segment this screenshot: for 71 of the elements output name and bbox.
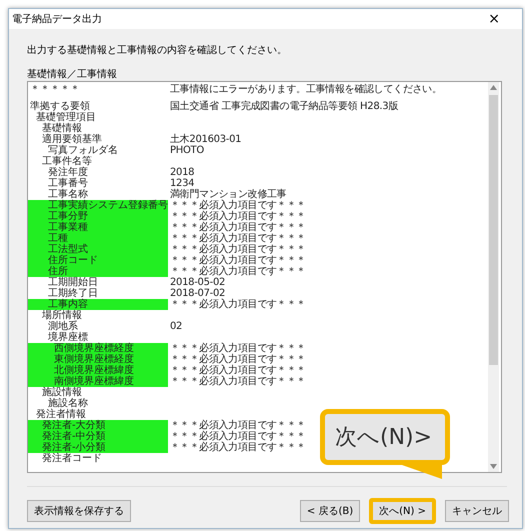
field-value: ＊＊＊必須入力項目です＊＊＊ (170, 343, 306, 354)
field-value: ＊＊＊必須入力項目です＊＊＊ (170, 299, 306, 310)
field-value: ＊＊＊必須入力項目です＊＊＊ (170, 420, 306, 431)
instruction-text: 出力する基礎情報と工事情報の内容を確認してください。 (27, 44, 288, 55)
error-field-label: 発注者-小分類 (28, 442, 168, 453)
field-label: 施設名称 (48, 398, 89, 409)
field-label: 発注者コード (41, 453, 103, 464)
field-label: 準拠する要領 (29, 101, 91, 112)
field-value: ＊＊＊必須入力項目です＊＊＊ (170, 354, 306, 365)
field-value: 国土交通省 工事完成図書の電子納品等要領 H28.3版 (170, 101, 398, 112)
error-field-label: 発注者-大分類 (28, 420, 168, 431)
field-value: ＊＊＊必須入力項目です＊＊＊ (170, 376, 306, 387)
field-label: 場所情報 (41, 310, 83, 321)
field-label: 発注年度 (47, 167, 89, 178)
error-field-label: 工事実績システム登録番号 (28, 200, 168, 211)
field-value: ＊＊＊必須入力項目です＊＊＊ (170, 365, 306, 376)
field-label: 工事名称 (47, 189, 89, 200)
error-field-label: 住所 (28, 266, 168, 277)
scroll-thumb[interactable] (489, 95, 498, 365)
field-value: ＊＊＊必須入力項目です＊＊＊ (170, 200, 306, 211)
field-label: 発注者情報 (35, 409, 86, 420)
error-field-label: 工事業種 (28, 222, 168, 233)
field-label: 写真フォルダ名 (47, 145, 119, 156)
field-value: ＊＊＊必須入力項目です＊＊＊ (170, 266, 306, 277)
field-label: 施設情報 (41, 387, 83, 398)
field-label: 測地系 (47, 321, 78, 332)
field-label: 基礎情報 (41, 123, 82, 134)
field-label: ＊＊＊＊＊ (29, 84, 81, 95)
field-value: 1234 (170, 178, 194, 189)
field-value: ＊＊＊必須入力項目です＊＊＊ (170, 233, 306, 244)
field-value: 工事情報にエラーがあります。工事情報を確認してください。 (170, 84, 442, 95)
field-value: ＊＊＊必須入力項目です＊＊＊ (170, 211, 306, 222)
list-label: 基礎情報／工事情報 (27, 68, 118, 79)
window-title: 電子納品データ出力 (12, 12, 103, 26)
field-value: 2018-05-02 (170, 277, 226, 288)
error-field-label: 南側境界座標緯度 (28, 376, 168, 387)
field-value: 2018 (170, 167, 194, 178)
callout-pointer (402, 465, 442, 479)
error-field-label: 発注者-中分類 (28, 431, 168, 442)
error-field-label: 北側境界座標緯度 (28, 365, 168, 376)
scrollbar[interactable] (488, 82, 499, 472)
field-value: ＊＊＊必須入力項目です＊＊＊ (170, 431, 306, 442)
field-label: 適用要領基準 (41, 134, 103, 145)
error-field-label: 住所コード (28, 255, 168, 266)
field-label: 工事件名等 (41, 156, 93, 167)
field-value: ＊＊＊必須入力項目です＊＊＊ (170, 255, 306, 266)
error-field-label: 工法型式 (28, 244, 168, 255)
field-value: 満衛門マンション改修工事 (170, 189, 286, 200)
field-label: 工事番号 (47, 178, 89, 189)
error-field-label: 工事内容 (28, 299, 168, 310)
dialog-button[interactable]: 次へ(N) > (369, 498, 436, 524)
field-value: ＊＊＊必須入力項目です＊＊＊ (170, 244, 306, 255)
field-label: 境界座標 (47, 332, 89, 343)
field-label: 基礎管理項目 (35, 112, 97, 123)
save-display-button[interactable]: 表示情報を保存する (27, 500, 131, 522)
close-button[interactable]: × (488, 12, 500, 26)
field-label: 工期開始日 (47, 277, 99, 288)
error-field-label: 西側境界座標経度 (28, 343, 168, 354)
zoom-callout: 次へ(N)> (320, 409, 450, 465)
field-value: ＊＊＊必須入力項目です＊＊＊ (170, 222, 306, 233)
field-value: 2018-07-02 (170, 288, 226, 299)
dialog-button[interactable]: < 戻る(B) (300, 500, 360, 522)
field-value: 土木201603-01 (170, 134, 242, 145)
field-value: PHOTO (170, 145, 204, 156)
error-field-label: 工種 (28, 233, 168, 244)
field-label: 工期終了日 (47, 288, 99, 299)
field-value: ＊＊＊必須入力項目です＊＊＊ (170, 442, 306, 453)
field-value: 02 (170, 321, 182, 332)
error-field-label: 東側境界座標経度 (28, 354, 168, 365)
dialog-button[interactable]: キャンセル (445, 500, 509, 522)
error-field-label: 工事分野 (28, 211, 168, 222)
